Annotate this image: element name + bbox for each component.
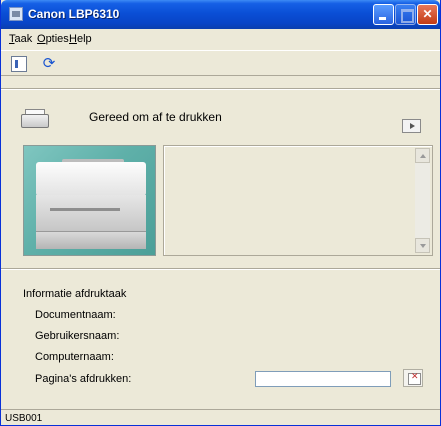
user-name-label: Gebruikersnaam:: [35, 330, 120, 342]
list-icon[interactable]: [11, 56, 27, 72]
computer-name-label: Computernaam:: [35, 351, 114, 363]
toolbar: ⟳: [1, 50, 440, 76]
cancel-job-icon[interactable]: [403, 369, 423, 387]
job-info-title: Informatie afdruktaak: [23, 288, 127, 300]
minimize-button[interactable]: [373, 4, 394, 25]
menu-help[interactable]: Help: [69, 33, 92, 45]
status-bar: USB001: [1, 409, 440, 425]
printer-status-text: Gereed om af te drukken: [89, 110, 222, 124]
scroll-down-arrow-icon[interactable]: [415, 238, 430, 253]
title-bar[interactable]: Canon LBP6310 ✕: [1, 0, 440, 29]
printer-image: [23, 145, 156, 256]
printer-status-window: Canon LBP6310 ✕ Taak Opties Help ⟳ Geree…: [0, 0, 441, 426]
close-button[interactable]: ✕: [417, 4, 438, 25]
port-name: USB001: [5, 413, 43, 424]
menu-taak[interactable]: Taak: [9, 33, 32, 45]
scroll-up-arrow-icon[interactable]: [415, 148, 430, 163]
window-title: Canon LBP6310: [28, 7, 120, 21]
pages-printing-field: [255, 371, 391, 387]
divider: [1, 88, 440, 90]
pages-printing-label: Pagina's afdrukken:: [35, 373, 132, 385]
document-name-label: Documentnaam:: [35, 309, 116, 321]
scrollbar[interactable]: [415, 148, 430, 253]
eject-icon[interactable]: [402, 119, 421, 133]
divider: [1, 268, 440, 270]
message-area: [163, 145, 433, 256]
printer-status-icon: [21, 108, 49, 130]
maximize-button[interactable]: [395, 4, 416, 25]
menu-bar: Taak Opties Help: [1, 29, 440, 49]
refresh-icon[interactable]: ⟳: [41, 56, 57, 72]
printer-app-icon: [9, 7, 23, 21]
menu-opties[interactable]: Opties: [37, 33, 69, 45]
